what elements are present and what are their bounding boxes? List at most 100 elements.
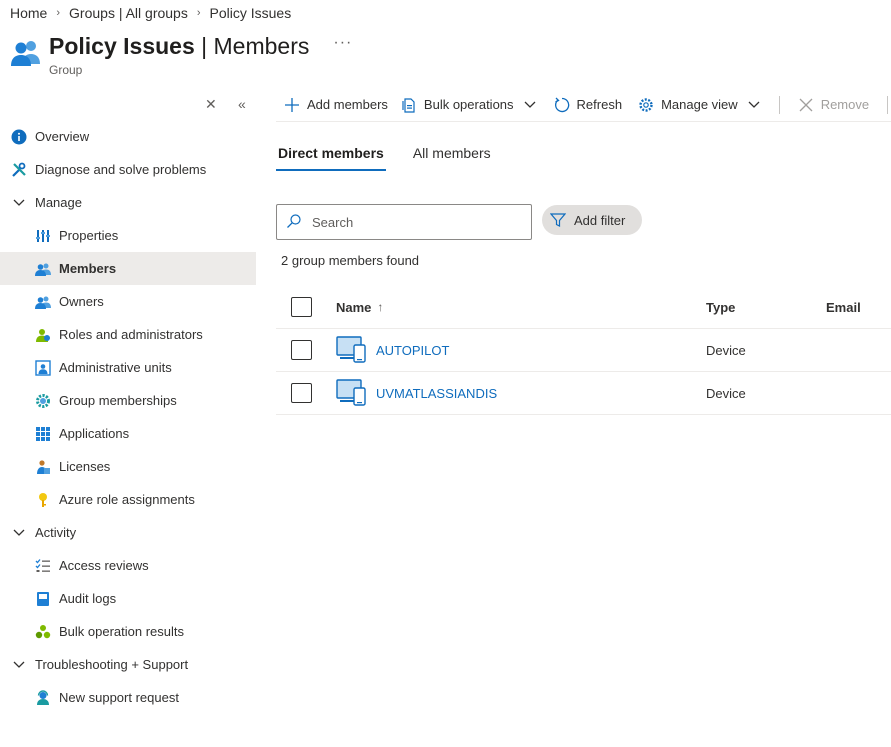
gear-icon (638, 97, 654, 113)
sidebar-item-access-reviews[interactable]: Access reviews (0, 549, 256, 582)
refresh-button[interactable]: Refresh (554, 88, 623, 122)
select-all-checkbox[interactable] (291, 297, 312, 317)
type-cell: Device (706, 342, 746, 358)
sidebar-item-label: Licenses (59, 459, 111, 474)
wrench-icon (11, 162, 27, 178)
bulk-icon (35, 624, 51, 640)
sidebar-item-label: Applications (59, 426, 130, 441)
sidebar-item-new-support[interactable]: New support request (0, 681, 256, 714)
member-name-link[interactable]: UVMATLASSIANDIS (376, 386, 497, 401)
member-name-link[interactable]: AUTOPILOT (376, 343, 449, 358)
plus-icon (284, 97, 300, 113)
roles-icon (35, 327, 51, 343)
manage-view-button[interactable]: Manage view (638, 88, 762, 122)
search-input[interactable] (312, 214, 512, 230)
owners-icon (35, 294, 51, 310)
toolbar-divider (778, 95, 780, 114)
license-icon (35, 459, 51, 475)
chevron-down-icon (11, 195, 27, 211)
sidebar-item-licenses[interactable]: Licenses (0, 450, 256, 483)
sidebar: ✕ « Overview Diagnose and solve problems… (0, 92, 256, 714)
sidebar-item-label: Roles and administrators (59, 327, 203, 342)
refresh-icon (554, 97, 570, 113)
bulk-operations-button[interactable]: Bulk operations (401, 88, 538, 122)
member-tabs: Direct members All members (276, 143, 518, 171)
chevron-right-icon: › (56, 7, 61, 19)
sidebar-item-label: Troubleshooting + Support (35, 657, 189, 672)
sidebar-item-overview[interactable]: Overview (0, 120, 256, 153)
column-header-email[interactable]: Email (826, 300, 861, 315)
checklist-icon (35, 558, 51, 574)
row-checkbox[interactable] (291, 383, 312, 403)
bulk-operations-label: Bulk operations (423, 97, 514, 112)
sidebar-item-label: Administrative units (59, 360, 172, 375)
admin-units-icon (35, 359, 51, 376)
sidebar-item-label: Diagnose and solve problems (35, 162, 207, 177)
page-header: Policy Issues | Members Group ··· (10, 32, 352, 77)
group-icon (11, 41, 40, 66)
sidebar-item-group-memberships[interactable]: Group memberships (0, 384, 256, 417)
remove-label: Remove (820, 97, 870, 112)
more-options-icon[interactable]: ··· (333, 34, 352, 52)
breadcrumb-policy-issues[interactable]: Policy Issues (210, 5, 292, 21)
close-icon (798, 97, 814, 113)
add-filter-label: Add filter (574, 212, 626, 228)
type-cell: Device (706, 385, 746, 401)
tab-all-members[interactable]: All members (411, 143, 493, 171)
table-header: Name ↑ Type Email (276, 286, 891, 329)
key-icon (35, 492, 51, 508)
sidebar-item-label: Activity (35, 525, 77, 540)
sidebar-item-admin-units[interactable]: Administrative units (0, 351, 256, 384)
sidebar-item-bulk-results[interactable]: Bulk operation results (0, 615, 256, 648)
manage-view-label: Manage view (661, 97, 738, 112)
sidebar-item-label: Group memberships (59, 393, 177, 408)
page-subtitle: Group (49, 63, 83, 77)
toolbar-divider (887, 95, 889, 114)
sidebar-item-properties[interactable]: Properties (0, 219, 256, 252)
sidebar-item-owners[interactable]: Owners (0, 285, 256, 318)
sidebar-group-troubleshooting[interactable]: Troubleshooting + Support (0, 648, 256, 681)
close-icon[interactable]: ✕ (205, 96, 217, 113)
device-icon (336, 336, 366, 363)
support-person-icon (35, 689, 51, 706)
sidebar-item-applications[interactable]: Applications (0, 417, 256, 450)
sort-ascending-icon: ↑ (377, 300, 384, 314)
table-row: UVMATLASSIANDIS Device (276, 372, 891, 415)
sidebar-item-label: Audit logs (59, 591, 117, 606)
device-icon (336, 379, 366, 406)
add-filter-button[interactable]: Add filter (542, 205, 642, 235)
sidebar-item-roles[interactable]: Roles and administrators (0, 318, 256, 351)
collapse-icon[interactable]: « (238, 96, 246, 112)
refresh-label: Refresh (576, 97, 623, 112)
page-title: Policy Issues | Members (49, 33, 310, 59)
column-header-type[interactable]: Type (706, 300, 735, 315)
results-count: 2 group members found (281, 253, 420, 268)
add-members-label: Add members (307, 97, 388, 112)
table-row: AUTOPILOT Device (276, 329, 891, 372)
sidebar-item-label: Properties (59, 228, 119, 243)
apps-grid-icon (35, 426, 51, 442)
sidebar-item-members[interactable]: Members (0, 252, 256, 285)
chevron-down-icon (11, 657, 27, 673)
name-cell: UVMATLASSIANDIS (336, 379, 497, 407)
row-checkbox[interactable] (291, 340, 312, 360)
tab-direct-members[interactable]: Direct members (276, 143, 386, 171)
command-bar: Add members Bulk operations Refresh Mana… (276, 88, 891, 122)
bulk-operations-icon (401, 97, 417, 113)
add-members-button[interactable]: Add members (284, 88, 388, 122)
breadcrumb: Home › Groups | All groups › Policy Issu… (10, 5, 291, 21)
sidebar-item-azure-roles[interactable]: Azure role assignments (0, 483, 256, 516)
sidebar-item-audit-logs[interactable]: Audit logs (0, 582, 256, 615)
search-icon (286, 213, 302, 232)
column-header-name[interactable]: Name ↑ (336, 300, 383, 315)
sidebar-group-activity[interactable]: Activity (0, 516, 256, 549)
breadcrumb-home[interactable]: Home (10, 5, 47, 21)
breadcrumb-all-groups[interactable]: Groups | All groups (69, 5, 188, 21)
sidebar-item-label: Overview (35, 129, 90, 144)
filter-icon (550, 212, 566, 228)
sidebar-item-label: Access reviews (59, 558, 149, 573)
sidebar-group-manage[interactable]: Manage (0, 186, 256, 219)
remove-button[interactable]: Remove (798, 88, 869, 122)
sidebar-item-label: New support request (59, 690, 179, 705)
sidebar-item-diagnose[interactable]: Diagnose and solve problems (0, 153, 256, 186)
